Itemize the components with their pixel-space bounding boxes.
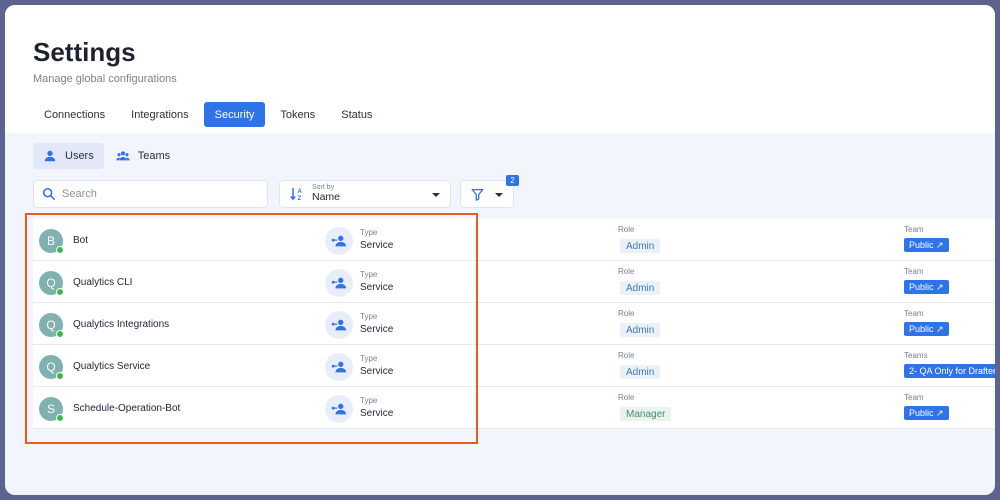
role-badge: Admin <box>620 239 661 253</box>
type-label: Type <box>360 270 378 279</box>
user-icon <box>44 150 56 162</box>
settings-tabs: Connections Integrations Security Tokens… <box>33 102 383 127</box>
user-name[interactable]: Qualytics CLI <box>73 277 132 288</box>
type-value: Service <box>360 408 394 419</box>
tab-connections[interactable]: Connections <box>33 102 116 127</box>
service-account-icon <box>325 353 353 381</box>
role-label: Role <box>618 309 635 318</box>
online-status-dot <box>56 372 64 380</box>
svg-text:Z: Z <box>298 196 302 202</box>
user-name[interactable]: Qualytics Integrations <box>73 319 169 330</box>
role-badge: Admin <box>620 323 661 337</box>
search-box[interactable] <box>33 180 268 208</box>
role-badge: Admin <box>620 281 661 295</box>
avatar: Q <box>39 313 64 338</box>
team-badge[interactable]: Public ↗ <box>904 322 949 336</box>
type-value: Service <box>360 282 394 293</box>
user-name[interactable]: Qualytics Service <box>73 361 150 372</box>
sort-dropdown[interactable]: A Z Sort by Name <box>279 180 451 208</box>
service-account-icon <box>325 269 353 297</box>
avatar: Q <box>39 271 64 296</box>
avatar: S <box>39 397 64 422</box>
type-label: Type <box>360 312 378 321</box>
svg-text:A: A <box>298 189 303 195</box>
team-label: Team <box>904 267 924 276</box>
filter-icon <box>471 188 484 201</box>
table-row[interactable]: Q Qualytics CLI Type Service Role Admin … <box>33 261 995 303</box>
team-badge[interactable]: 2- QA Only for Drafter <box>904 364 995 378</box>
service-account-icon <box>325 395 353 423</box>
page-title: Settings <box>33 37 136 67</box>
page-subtitle: Manage global configurations <box>33 73 177 85</box>
avatar: B <box>39 229 64 254</box>
settings-window: Settings Manage global configurations Co… <box>5 5 995 495</box>
team-label: Teams <box>904 351 928 360</box>
subtab-teams[interactable]: Teams <box>106 143 180 169</box>
users-table: B Bot Type Service Role Admin Team Publi… <box>33 219 995 429</box>
avatar-initial: Q <box>46 360 56 374</box>
online-status-dot <box>56 414 64 422</box>
subtab-teams-label: Teams <box>137 150 171 162</box>
tab-status[interactable]: Status <box>330 102 383 127</box>
sort-az-icon: A Z <box>290 188 303 202</box>
table-row[interactable]: B Bot Type Service Role Admin Team Publi… <box>33 219 995 261</box>
role-label: Role <box>618 351 635 360</box>
tab-security[interactable]: Security <box>203 102 266 127</box>
online-status-dot <box>56 330 64 338</box>
table-row[interactable]: Q Qualytics Integrations Type Service Ro… <box>33 303 995 345</box>
table-row[interactable]: S Schedule-Operation-Bot Type Service Ro… <box>33 387 995 429</box>
avatar-initial: Q <box>46 276 56 290</box>
team-badge[interactable]: Public ↗ <box>904 280 949 294</box>
type-label: Type <box>360 396 378 405</box>
user-name[interactable]: Bot <box>73 235 88 246</box>
type-value: Service <box>360 324 394 335</box>
online-status-dot <box>56 246 64 254</box>
type-value: Service <box>360 240 394 251</box>
tab-tokens[interactable]: Tokens <box>269 102 326 127</box>
team-badge[interactable]: Public ↗ <box>904 406 949 420</box>
team-label: Team <box>904 309 924 318</box>
avatar-initial: S <box>46 402 55 416</box>
filter-count-badge: 2 <box>506 175 519 186</box>
chevron-down-icon <box>432 193 440 197</box>
role-badge: Admin <box>620 365 661 379</box>
team-icon <box>116 151 130 161</box>
user-name[interactable]: Schedule-Operation-Bot <box>73 403 180 414</box>
avatar-initial: B <box>46 234 55 248</box>
type-label: Type <box>360 228 378 237</box>
role-label: Role <box>618 393 635 402</box>
security-subtabs: Users Teams <box>33 143 180 169</box>
role-label: Role <box>618 225 635 234</box>
table-row[interactable]: Q Qualytics Service Type Service Role Ad… <box>33 345 995 387</box>
role-badge: Manager <box>620 407 672 421</box>
online-status-dot <box>56 288 64 296</box>
subtab-users[interactable]: Users <box>33 143 104 169</box>
page-header: Settings Manage global configurations Co… <box>5 5 995 133</box>
service-account-icon <box>325 311 353 339</box>
sort-value: Name <box>312 191 341 204</box>
team-badge[interactable]: Public ↗ <box>904 238 949 252</box>
avatar: Q <box>39 355 64 380</box>
avatar-initial: Q <box>46 318 56 332</box>
chevron-down-icon <box>495 193 503 197</box>
service-account-icon <box>325 227 353 255</box>
search-input[interactable] <box>62 188 252 200</box>
team-label: Team <box>904 225 924 234</box>
type-label: Type <box>360 354 378 363</box>
tab-integrations[interactable]: Integrations <box>120 102 199 127</box>
role-label: Role <box>618 267 635 276</box>
team-label: Team <box>904 393 924 402</box>
subtab-users-label: Users <box>65 150 94 162</box>
type-value: Service <box>360 366 394 377</box>
search-icon <box>42 187 56 201</box>
